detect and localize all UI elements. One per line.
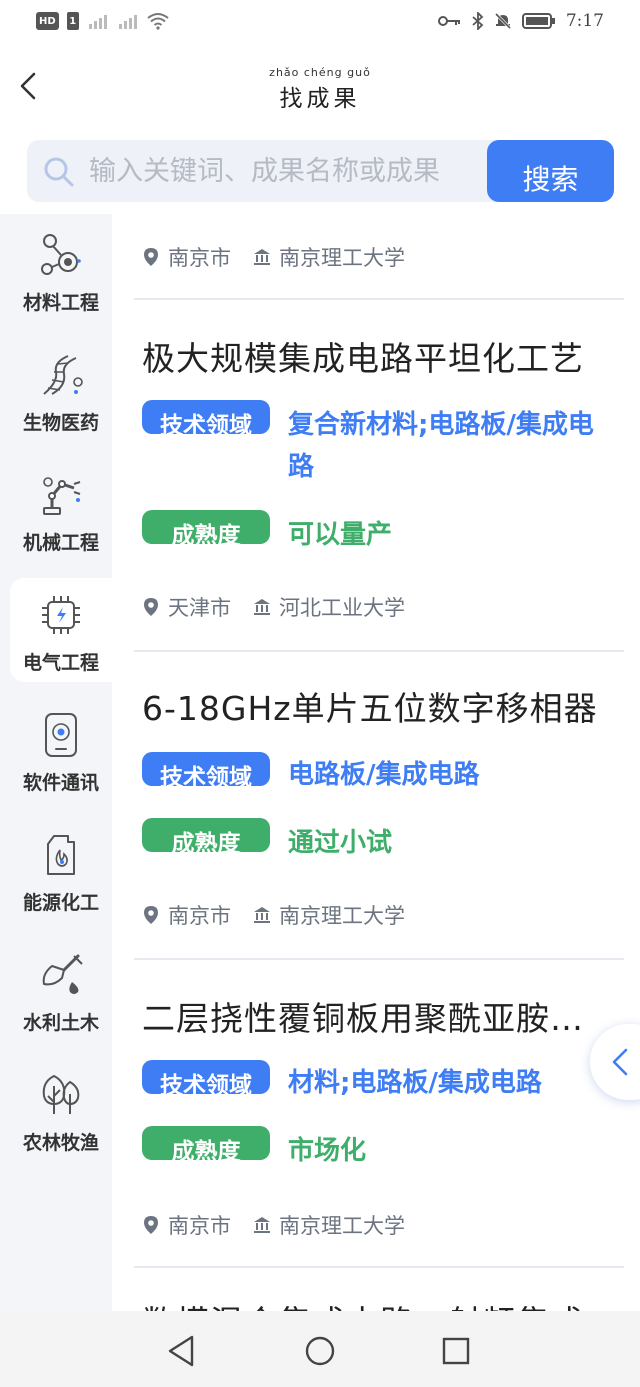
title-pinyin: zhǎo chéng guǒ [269,66,371,79]
nav-recents-icon[interactable] [436,1331,476,1371]
card-title: 极大规模集成电路平坦化工艺 [142,339,584,378]
card-city: 南京市 [168,904,231,928]
category-item-biomedicine[interactable]: 生物医药 [10,338,112,442]
clock: 7:17 [565,11,604,31]
field-tag-label: 技术领域 [160,765,252,786]
field-tag: 技术领域 [142,752,270,786]
status-bar: HD 1 7:17 [0,0,640,44]
field-tag: 技术领域 [142,1060,270,1094]
category-item-mechanical[interactable]: 机械工程 [10,458,112,562]
institution-icon [254,1217,270,1233]
results-list: 南京市 南京理工大学 极大规模集成电路平坦化工艺 技术领域 复合新材料;电路板/… [112,214,640,1311]
key-icon [437,16,460,26]
category-label: 电气工程 [22,652,99,674]
molecule-icon [41,234,81,275]
location-pin-icon [144,906,158,924]
nav-back-icon[interactable] [162,1331,202,1371]
field-value: 材料;电路板/集成电路 [288,1068,542,1098]
search-input[interactable] [89,140,507,202]
card-org: 南京理工大学 [279,1214,405,1238]
page-title: 找成果 [279,86,361,112]
chevron-left-icon [612,1048,628,1076]
mute-bell-icon [494,12,511,30]
system-nav-bar [0,1311,640,1387]
search-area: 搜索 [0,132,640,214]
card-meta: 南京市 南京理工大学 [142,900,405,930]
card-meta: 南京市 南京理工大学 [142,1210,405,1240]
institution-icon [254,599,270,615]
bluetooth-icon [472,12,484,30]
field-value: 电路板/集成电路 [288,760,480,790]
location-pin-icon [144,248,158,266]
maturity-tag-label: 成熟度 [171,1139,241,1160]
signal-icon [88,15,107,29]
category-item-software[interactable]: 软件通讯 [10,698,112,802]
header: zhǎo chéng guǒ 找成果 [0,44,640,132]
tree-icon [42,1074,80,1114]
fuel-can-icon [47,835,75,875]
field-value: 复合新材料;电路板/集成电路 [288,410,594,482]
robot-arm-icon [43,477,81,515]
category-item-hydraulic[interactable]: 水利土木 [10,938,112,1042]
card-title: 6-18GHz单片五位数字移相器 [142,689,598,728]
maturity-value: 通过小试 [288,828,393,858]
sim-badge: 1 [66,12,79,30]
divider [134,650,624,652]
divider [134,1266,624,1268]
card-city: 南京市 [168,246,231,270]
maturity-tag-label: 成熟度 [171,523,241,544]
maturity-tag: 成熟度 [142,818,270,852]
maturity-tag: 成熟度 [142,510,270,544]
search-button[interactable]: 搜索 [487,140,614,202]
signal-roaming-icon [118,15,137,29]
category-label: 材料工程 [22,292,99,314]
institution-icon [254,249,270,265]
wifi-icon [147,13,169,30]
field-tag-label: 技术领域 [160,1073,252,1094]
field-tag: 技术领域 [142,400,270,434]
institution-icon [254,907,270,923]
category-item-electrical[interactable]: 电气工程 [10,578,112,682]
card-city: 天津市 [168,596,231,620]
nav-home-icon[interactable] [300,1331,340,1371]
category-label: 水利土木 [22,1012,99,1034]
search-icon [44,157,74,187]
category-label: 软件通讯 [22,772,99,794]
card-org: 南京理工大学 [279,904,405,928]
card-title: 二层挠性覆铜板用聚酰亚胺薄膜 [142,999,608,1038]
maturity-value: 市场化 [288,1136,367,1166]
category-label: 机械工程 [22,532,99,554]
category-label: 生物医药 [22,412,99,434]
category-item-agriculture[interactable]: 农林牧渔 [10,1058,112,1162]
card-org: 南京理工大学 [279,246,405,270]
location-pin-icon [144,1216,158,1234]
category-label: 能源化工 [22,892,99,914]
card-meta: 天津市 河北工业大学 [142,592,405,622]
field-tag-label: 技术领域 [160,413,252,434]
battery-icon [521,13,555,29]
divider [134,958,624,960]
card-title-partial[interactable]: 数模混合集成电路、射频集成 [142,1296,608,1311]
maturity-tag-label: 成熟度 [171,831,241,852]
dna-icon [43,355,83,395]
category-item-energy[interactable]: 能源化工 [10,818,112,922]
category-sidebar: 材料工程 生物医药 机械工程 电气工程 软件通讯 能源化工 水利土木 农林牧渔 [0,214,112,1311]
hd-badge: HD [36,12,59,30]
location-pin-icon [144,598,158,616]
search-box [27,140,507,202]
card-meta: 南京市 南京理工大学 [142,242,405,272]
maturity-value: 可以量产 [288,520,393,550]
divider [134,298,624,300]
maturity-tag: 成熟度 [142,1126,270,1160]
shovel-icon [42,954,83,994]
chip-icon [42,596,80,634]
phone-icon [45,713,77,757]
category-label: 农林牧渔 [22,1132,99,1154]
category-item-materials[interactable]: 材料工程 [10,218,112,322]
card-org: 河北工业大学 [279,596,405,620]
card-city: 南京市 [168,1214,231,1238]
